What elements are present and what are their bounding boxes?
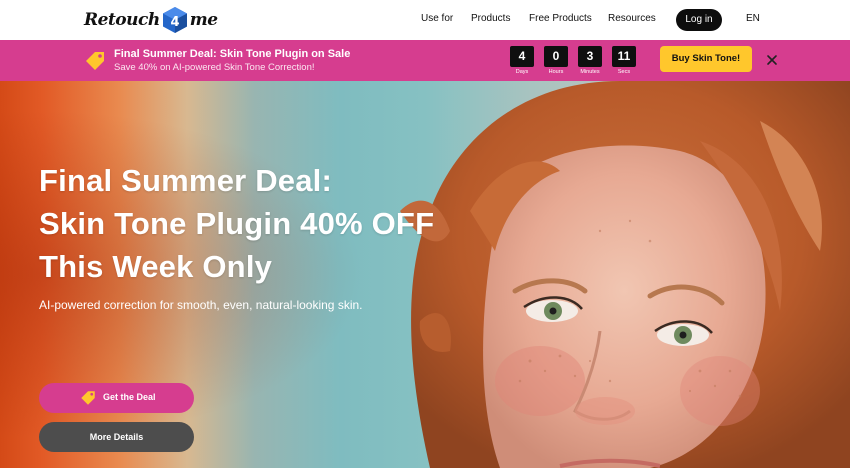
- hero-headline-line-1: Final Summer Deal:: [39, 163, 333, 198]
- logo-mark: 4: [170, 15, 179, 30]
- nav-products[interactable]: Products: [471, 13, 510, 24]
- countdown-hours: 0 Hours: [544, 46, 568, 75]
- countdown-minutes-label: Minutes: [580, 69, 600, 75]
- countdown-hours-label: Hours: [548, 69, 564, 75]
- countdown-hours-value: 0: [544, 46, 568, 67]
- nav-resources[interactable]: Resources: [608, 13, 656, 24]
- buy-skin-tone-button[interactable]: Buy Skin Tone!: [660, 46, 752, 72]
- retouch4me-logo[interactable]: Retouch 4 me: [84, 6, 218, 34]
- countdown-days-value: 4: [510, 46, 534, 67]
- price-tag-icon: [79, 389, 97, 407]
- promo-subtitle: Save 40% on AI-powered Skin Tone Correct…: [114, 62, 315, 73]
- countdown-days-label: Days: [515, 69, 529, 75]
- promo-title: Final Summer Deal: Skin Tone Plugin on S…: [114, 48, 351, 60]
- countdown-minutes: 3 Minutes: [578, 46, 602, 75]
- close-icon[interactable]: [764, 52, 780, 68]
- countdown-seconds-label: Secs: [617, 69, 631, 75]
- nav-free-products[interactable]: Free Products: [529, 13, 592, 24]
- hero-section: Final Summer Deal: Skin Tone Plugin 40% …: [0, 81, 850, 468]
- hero-headline-line-2: Skin Tone Plugin 40% OFF: [39, 206, 435, 241]
- logo-word-right: me: [189, 10, 218, 30]
- language-switcher[interactable]: EN: [746, 13, 760, 24]
- get-the-deal-label: Get the Deal: [103, 392, 156, 402]
- nav-use-for[interactable]: Use for: [421, 13, 453, 24]
- get-the-deal-button[interactable]: Get the Deal: [39, 383, 194, 413]
- countdown-seconds-value: 11: [612, 46, 636, 67]
- logo-word-left: Retouch: [84, 10, 160, 30]
- hero-headline-line-3: This Week Only: [39, 249, 273, 284]
- countdown-days: 4 Days: [510, 46, 534, 75]
- login-button[interactable]: Log in: [676, 9, 722, 31]
- logo-hexagon-icon: 4: [162, 6, 188, 34]
- promo-banner: Final Summer Deal: Skin Tone Plugin on S…: [0, 40, 850, 81]
- more-details-button[interactable]: More Details: [39, 422, 194, 452]
- price-tag-icon: [83, 49, 107, 73]
- site-header: Retouch 4 me Use for Products Free Produ…: [0, 0, 850, 40]
- countdown-seconds: 11 Secs: [612, 46, 636, 75]
- countdown-minutes-value: 3: [578, 46, 602, 67]
- hero-subtext: AI-powered correction for smooth, even, …: [39, 298, 363, 312]
